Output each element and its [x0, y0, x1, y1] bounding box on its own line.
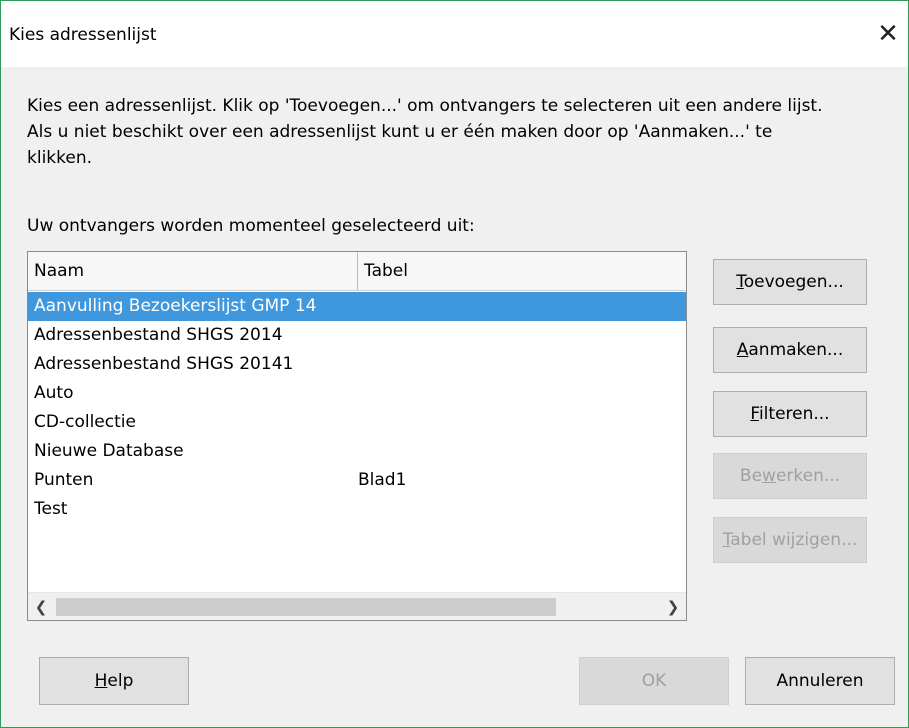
- create-button-label-post: anmaken...: [748, 340, 844, 360]
- close-icon[interactable]: ✕: [873, 19, 903, 49]
- filter-button-access-key: F: [750, 404, 759, 424]
- title-bar: Kies adressenlijst ✕: [1, 1, 908, 67]
- table-row[interactable]: Punten Blad1: [28, 466, 686, 495]
- dialog-window: Kies adressenlijst ✕ Kies een adressenli…: [0, 0, 909, 728]
- row-name: Test: [34, 499, 68, 519]
- description-text: Kies een adressenlijst. Klik op 'Toevoeg…: [27, 93, 907, 171]
- row-table: Blad1: [358, 470, 407, 490]
- filter-button[interactable]: Filteren...: [713, 391, 867, 437]
- change-table-button[interactable]: Tabel wijzigen...: [713, 517, 867, 563]
- list-label: Uw ontvangers worden momenteel geselecte…: [27, 216, 475, 236]
- edit-button-label-post: erken...: [775, 466, 841, 486]
- add-button-label-post: oevoegen...: [743, 272, 844, 292]
- table-header: Naam Tabel: [28, 252, 686, 291]
- table-row[interactable]: Adressenbestand SHGS 20141: [28, 350, 686, 379]
- ok-button[interactable]: OK: [579, 657, 729, 705]
- description-line-3: klikken.: [27, 148, 93, 168]
- table-row[interactable]: Auto: [28, 379, 686, 408]
- row-name: Punten: [34, 470, 94, 490]
- column-header-naam[interactable]: Naam: [28, 252, 358, 290]
- description-line-1: Kies een adressenlijst. Klik op 'Toevoeg…: [27, 96, 823, 116]
- row-name: Adressenbestand SHGS 2014: [34, 325, 283, 345]
- create-button-access-key: A: [736, 340, 749, 360]
- table-row[interactable]: Adressenbestand SHGS 2014: [28, 321, 686, 350]
- help-button[interactable]: Help: [39, 657, 189, 705]
- filter-button-label-post: ilteren...: [758, 404, 830, 424]
- table-rows: Aanvulling Bezoekerslijst GMP 14 Adresse…: [28, 292, 686, 524]
- edit-button-access-key: w: [762, 466, 776, 486]
- dialog-title: Kies adressenlijst: [9, 25, 157, 45]
- horizontal-scrollbar[interactable]: ❮ ❯: [28, 592, 686, 620]
- add-button[interactable]: Toevoegen...: [713, 259, 867, 305]
- address-list-table[interactable]: Naam Tabel Aanvulling Bezoekerslijst GMP…: [27, 251, 687, 621]
- row-name: CD-collectie: [34, 412, 136, 432]
- edit-button[interactable]: Bewerken...: [713, 453, 867, 499]
- edit-button-label-pre: Be: [739, 466, 763, 486]
- create-button[interactable]: Aanmaken...: [713, 327, 867, 373]
- cancel-button[interactable]: Annuleren: [745, 657, 895, 705]
- change-table-button-label-post: abel wijzigen...: [730, 530, 858, 550]
- description-line-2: Als u niet beschikt over een adressenlij…: [27, 122, 773, 142]
- row-name: Adressenbestand SHGS 20141: [34, 354, 294, 374]
- column-header-tabel[interactable]: Tabel: [358, 252, 686, 290]
- scroll-right-icon[interactable]: ❯: [660, 593, 686, 620]
- table-row[interactable]: CD-collectie: [28, 408, 686, 437]
- row-name: Aanvulling Bezoekerslijst GMP 14: [34, 296, 317, 316]
- row-name: Nieuwe Database: [34, 441, 184, 461]
- help-button-label-post: elp: [107, 671, 134, 691]
- add-button-access-key: T: [736, 272, 744, 292]
- scroll-left-icon[interactable]: ❮: [28, 593, 54, 620]
- table-row[interactable]: Aanvulling Bezoekerslijst GMP 14: [28, 292, 686, 321]
- row-name: Auto: [34, 383, 74, 403]
- scrollbar-thumb[interactable]: [56, 598, 556, 616]
- table-row[interactable]: Nieuwe Database: [28, 437, 686, 466]
- table-row[interactable]: Test: [28, 495, 686, 524]
- help-button-access-key: H: [94, 671, 108, 691]
